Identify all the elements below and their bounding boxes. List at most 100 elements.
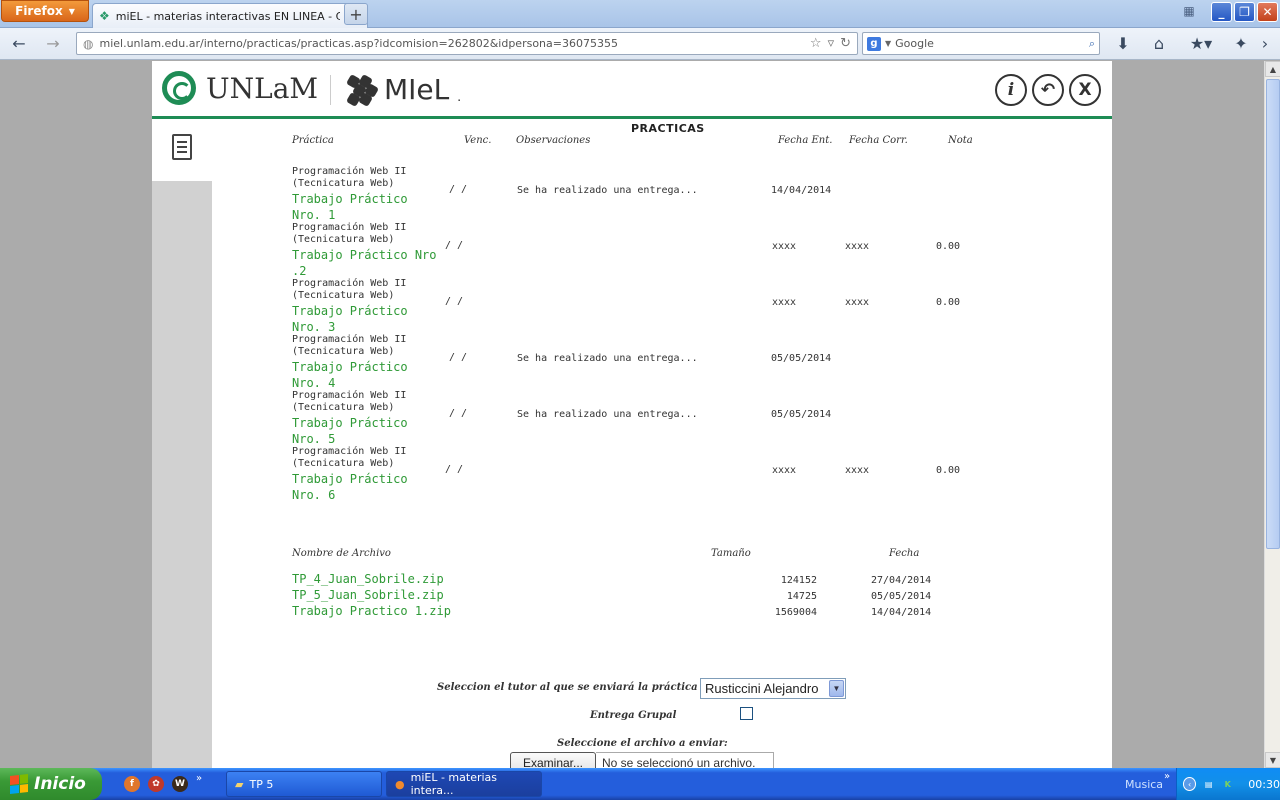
venc-cell: / /	[449, 408, 468, 419]
fecha-corr-cell: xxxx	[845, 465, 870, 476]
url-text[interactable]: miel.unlam.edu.ar/interno/practicas/prac…	[99, 37, 809, 50]
course-subtitle: (Tecnicatura Web)	[292, 458, 395, 469]
miel-logo[interactable]: MIeL .	[345, 73, 461, 107]
tutor-selected-value: Rusticcini Alejandro	[705, 681, 819, 696]
bookmarks-menu-icon[interactable]: ★▾	[1186, 34, 1216, 54]
scrollbar-thumb[interactable]	[1266, 79, 1280, 549]
browser-tab[interactable]: ❖ miEL - materias interactivas EN LINEA …	[92, 3, 368, 28]
col-header-nota: Nota	[948, 135, 973, 146]
tab-title: miEL - materias interactivas EN LINEA - …	[115, 9, 340, 23]
chevron-down-icon[interactable]: ▼	[829, 680, 844, 697]
overflow-chevron-icon[interactable]: ›	[1258, 34, 1272, 54]
downloads-icon[interactable]: ⬇	[1112, 34, 1134, 54]
col-header-tamano: Tamaño	[711, 548, 751, 559]
course-name: Programación Web II	[292, 334, 407, 345]
firefox-menu-button[interactable]: Firefox ▼	[1, 0, 89, 22]
practice-link[interactable]: Trabajo Práctico Nro. 3	[292, 303, 442, 335]
unlam-logo[interactable]: UNLaM	[162, 71, 318, 105]
logo-divider	[330, 75, 331, 105]
toolbar-label[interactable]: Musica	[1125, 778, 1163, 791]
venc-cell: / /	[445, 464, 464, 475]
info-icon[interactable]: i	[995, 74, 1027, 106]
minimize-button[interactable]: _	[1211, 2, 1232, 22]
fecha-corr-cell: xxxx	[845, 297, 870, 308]
close-window-button[interactable]: ✕	[1257, 2, 1278, 22]
navigation-toolbar: ← → ◍ miel.unlam.edu.ar/interno/practica…	[0, 28, 1280, 60]
nota-cell: 0.00	[936, 465, 961, 476]
course-subtitle: (Tecnicatura Web)	[292, 178, 395, 189]
system-tray: ‹ ▤ K 00:30	[1176, 768, 1280, 800]
back-arrow-icon[interactable]: ←	[8, 34, 30, 54]
taskbar-folder-tp5[interactable]: ▰ TP 5	[226, 771, 382, 797]
folder-icon: ▰	[235, 777, 244, 791]
back-icon[interactable]: ↶	[1032, 74, 1064, 106]
google-icon[interactable]: g	[867, 36, 881, 51]
k-app-icon[interactable]: K	[1221, 777, 1234, 791]
app-quicklaunch-icon[interactable]: ✿	[148, 776, 164, 792]
magnifier-icon[interactable]: ⌕	[1089, 37, 1095, 51]
file-size-cell: 1569004	[774, 607, 817, 618]
new-tab-button[interactable]: +	[344, 3, 368, 25]
file-select-label: Seleccione el archivo a enviar:	[557, 738, 728, 749]
venc-cell: / /	[445, 240, 464, 251]
practice-link[interactable]: Trabajo Práctico Nro. 6	[292, 471, 442, 503]
observaciones-cell: Se ha realizado una entrega...	[517, 409, 698, 420]
home-icon[interactable]: ⌂	[1148, 34, 1170, 54]
close-icon[interactable]: X	[1069, 74, 1101, 106]
scroll-down-arrow-icon[interactable]: ▼	[1265, 752, 1280, 768]
tutor-select[interactable]: Rusticcini Alejandro ▼	[700, 678, 846, 699]
clock[interactable]: 00:30	[1248, 778, 1280, 791]
course-name: Programación Web II	[292, 390, 407, 401]
col-header-practica: Práctica	[292, 135, 334, 146]
scroll-up-arrow-icon[interactable]: ▲	[1265, 61, 1280, 77]
restore-button[interactable]: ❐	[1234, 2, 1255, 22]
course-name: Programación Web II	[292, 222, 407, 233]
reload-icon[interactable]: ↻	[840, 36, 851, 51]
quicklaunch-overflow-icon[interactable]: »	[196, 773, 202, 784]
document-icon[interactable]	[172, 134, 192, 160]
page-scrollbar[interactable]: ▲ ▼	[1264, 61, 1280, 768]
start-button[interactable]: Inicio	[0, 768, 102, 800]
practice-link[interactable]: Trabajo Práctico Nro .2	[292, 247, 442, 279]
file-date-cell: 27/04/2014	[871, 575, 932, 586]
browse-button[interactable]: Examinar...	[510, 752, 596, 768]
bookmark-star-icon[interactable]: ☆	[810, 36, 822, 51]
wow-quicklaunch-icon[interactable]: W	[172, 776, 188, 792]
network-icon[interactable]: ▤	[1202, 777, 1215, 791]
globe-icon: ◍	[83, 36, 94, 51]
unlam-logo-text: UNLaM	[206, 71, 319, 105]
miel-hexagons-icon	[345, 73, 380, 107]
taskbar-firefox-miel[interactable]: ● miEL - materias intera...	[386, 771, 542, 797]
col-header-fecha-ent: Fecha Ent.	[778, 135, 833, 146]
file-status-text: No se seleccionó un archivo.	[596, 752, 774, 768]
nota-cell: 0.00	[936, 297, 961, 308]
url-bar[interactable]: ◍ miel.unlam.edu.ar/interno/practicas/pr…	[76, 32, 858, 55]
group-delivery-checkbox[interactable]	[740, 707, 753, 720]
search-input[interactable]: Google	[895, 37, 1085, 50]
file-link[interactable]: Trabajo Practico 1.zip	[292, 604, 451, 618]
practice-link[interactable]: Trabajo Práctico Nro. 5	[292, 415, 442, 447]
search-bar[interactable]: g ▼ Google ⌕	[862, 32, 1100, 55]
file-size-cell: 14725	[786, 591, 817, 602]
practice-link[interactable]: Trabajo Práctico Nro. 1	[292, 191, 442, 223]
tutor-label: Seleccion el tutor al que se enviará la …	[437, 682, 698, 693]
firefox-quicklaunch-icon[interactable]: f	[124, 776, 140, 792]
engine-caret-icon[interactable]: ▼	[885, 39, 891, 48]
addon-icon[interactable]: ✦	[1230, 34, 1252, 54]
file-link[interactable]: TP_5_Juan_Sobrile.zip	[292, 588, 444, 602]
course-name: Programación Web II	[292, 446, 407, 457]
fecha-ent-cell: xxxx	[772, 297, 797, 308]
firefox-menu-label: Firefox	[15, 4, 63, 18]
toolbar-overflow-icon[interactable]: »	[1164, 771, 1170, 782]
practice-link[interactable]: Trabajo Práctico Nro. 4	[292, 359, 442, 391]
col-header-observaciones: Observaciones	[516, 135, 591, 146]
firefox-icon: ●	[395, 777, 405, 791]
miel-logo-text: MIeL	[384, 73, 450, 106]
history-dropdown-icon[interactable]: ▿	[828, 36, 835, 51]
list-all-tabs-icon[interactable]: ▦	[1180, 4, 1198, 20]
fecha-ent-cell: 05/05/2014	[771, 353, 832, 364]
file-link[interactable]: TP_4_Juan_Sobrile.zip	[292, 572, 444, 586]
forward-arrow-icon[interactable]: →	[42, 34, 64, 54]
tray-collapse-icon[interactable]: ‹	[1183, 777, 1197, 791]
caret-down-icon: ▼	[68, 6, 75, 16]
